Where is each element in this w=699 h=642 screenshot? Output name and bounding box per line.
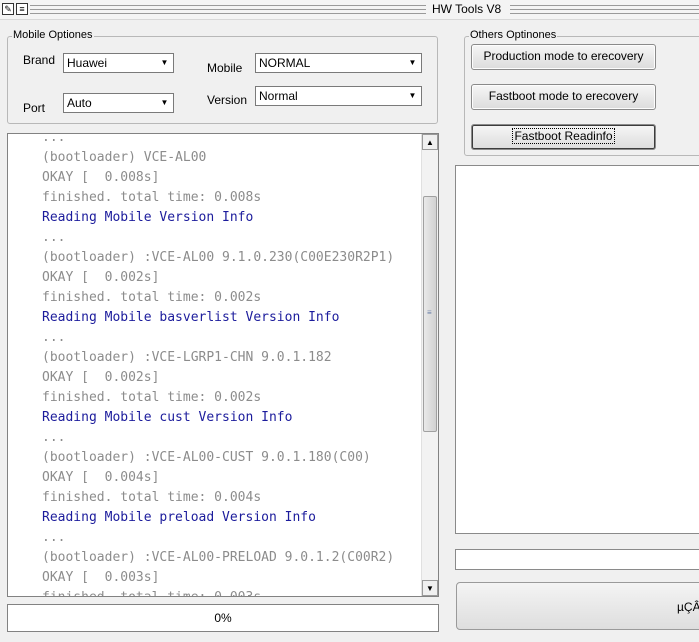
log-line: ... [42, 330, 66, 345]
log-line: ... [42, 133, 66, 145]
brand-label: Brand [23, 53, 56, 67]
window-title: HW Tools V8 [432, 2, 502, 16]
status-field [455, 549, 699, 570]
log-line: (bootloader) :VCE-LGRP1-CHN 9.0.1.182 [42, 350, 332, 365]
title-grip-left [30, 5, 426, 14]
mobile-value: NORMAL [259, 56, 311, 70]
scroll-down-icon[interactable]: ▼ [422, 580, 438, 596]
chevron-down-icon[interactable]: ▼ [405, 88, 420, 104]
mobile-label: Mobile [207, 61, 243, 75]
scroll-up-icon[interactable]: ▲ [422, 134, 438, 150]
brand-value: Huawei [67, 56, 108, 70]
log-line: (bootloader) VCE-AL00 [42, 150, 207, 165]
production-to-erecovery-label: Production mode to erecovery [483, 49, 644, 63]
log-line: OKAY [ 0.003s] [42, 570, 160, 585]
title-grip-right [510, 5, 699, 14]
progress-text: 0% [214, 611, 232, 625]
main-action-button[interactable]: µÇÂ¼ [456, 582, 699, 630]
log-line: finished. total time: 0.003s [42, 588, 394, 596]
port-label: Port [23, 101, 46, 115]
log-line: OKAY [ 0.002s] [42, 270, 160, 285]
title-bar: ✎ ≡ HW Tools V8 [0, 0, 699, 20]
log-line: Reading Mobile preload Version Info [42, 510, 316, 525]
log-line: OKAY [ 0.004s] [42, 470, 160, 485]
chevron-down-icon[interactable]: ▼ [157, 95, 172, 111]
log-line: finished. total time: 0.004s [42, 490, 262, 505]
version-label: Version [207, 93, 248, 107]
version-value: Normal [259, 89, 298, 103]
fastboot-to-erecovery-label: Fastboot mode to erecovery [488, 89, 639, 103]
version-select[interactable]: Normal ▼ [255, 86, 422, 106]
log-line: (bootloader) :VCE-AL00-CUST 9.0.1.180(C0… [42, 450, 371, 465]
log-line: (bootloader) :VCE-AL00 9.1.0.230(C00E230… [42, 250, 395, 265]
log-lines: ... (bootloader) VCE-AL00 OKAY [ 0.008s] fi… [42, 133, 395, 596]
system-icons: ✎ ≡ [2, 3, 28, 15]
production-to-erecovery-button[interactable]: Production mode to erecovery [471, 44, 656, 70]
log-line: ... [42, 530, 66, 545]
log-output[interactable]: ... (bootloader) VCE-AL00 OKAY [ 0.008s] fi… [7, 133, 439, 597]
mobile-options-legend: Mobile Optiones [12, 29, 94, 41]
scroll-thumb[interactable]: ≡ [423, 196, 437, 432]
port-select[interactable]: Auto ▼ [63, 93, 174, 113]
others-options-legend: Others Optinones [469, 29, 558, 41]
log-line: ... [42, 430, 66, 445]
log-line: finished. total time: 0.002s [42, 290, 262, 305]
log-line: (bootloader) :VCE-AL00-PRELOAD 9.0.1.2(C… [42, 550, 395, 565]
mobile-select[interactable]: NORMAL ▼ [255, 53, 422, 73]
log-line: finished. total time: 0.008s [42, 190, 262, 205]
log-line: ... [42, 230, 66, 245]
main-action-label: µÇÂ¼ [677, 600, 699, 614]
fastboot-readinfo-button[interactable]: Fastboot Readinfo [471, 124, 656, 150]
brand-select[interactable]: Huawei ▼ [63, 53, 174, 73]
progress-bar: 0% [7, 604, 439, 632]
fastboot-to-erecovery-button[interactable]: Fastboot mode to erecovery [471, 84, 656, 110]
log-line: OKAY [ 0.008s] [42, 170, 160, 185]
chevron-down-icon[interactable]: ▼ [405, 55, 420, 71]
log-line: Reading Mobile Version Info [42, 210, 254, 225]
grip-icon: ≡ [427, 308, 432, 317]
pen-icon[interactable]: ✎ [2, 3, 14, 15]
list-icon[interactable]: ≡ [16, 3, 28, 15]
log-line: finished. total time: 0.002s [42, 390, 262, 405]
fastboot-readinfo-label: Fastboot Readinfo [512, 128, 615, 144]
log-line: Reading Mobile cust Version Info [42, 410, 293, 425]
log-line: OKAY [ 0.002s] [42, 370, 160, 385]
log-scrollbar[interactable]: ▲ ≡ ▼ [421, 134, 438, 596]
log-line: Reading Mobile basverlist Version Info [42, 310, 340, 325]
port-value: Auto [67, 96, 92, 110]
chevron-down-icon[interactable]: ▼ [157, 55, 172, 71]
info-panel [455, 165, 699, 534]
